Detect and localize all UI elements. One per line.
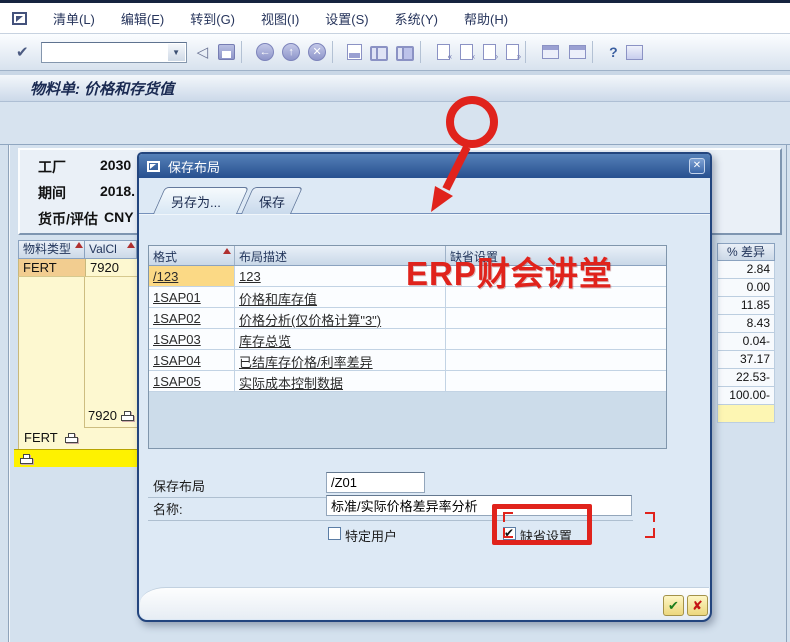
variance-cell[interactable]: 0.04- bbox=[717, 333, 775, 351]
menu-view[interactable]: 视图(I) bbox=[261, 9, 299, 28]
currency-label: 货币/评估 bbox=[38, 209, 98, 229]
variance-cell[interactable]: 2.84 bbox=[717, 261, 775, 279]
app-title-bar: 物料单: 价格和存货值 bbox=[0, 75, 790, 102]
find-next-icon[interactable] bbox=[396, 46, 414, 58]
user-specific-label: 特定用户 bbox=[345, 526, 397, 545]
menu-settings[interactable]: 设置(S) bbox=[325, 9, 368, 28]
menu-list[interactable]: 清单(L) bbox=[53, 9, 95, 28]
plant-value: 2030 bbox=[100, 157, 131, 173]
menu-help[interactable]: 帮助(H) bbox=[464, 9, 508, 28]
column-header-description[interactable]: 布局描述 bbox=[235, 246, 446, 265]
layout-table-header: 格式 布局描述 缺省设置 bbox=[149, 246, 666, 266]
cancel-button[interactable]: ✘ bbox=[687, 595, 708, 616]
column-header-format[interactable]: 格式 bbox=[149, 246, 235, 265]
variance-cell[interactable]: 11.85 bbox=[717, 297, 775, 315]
period-value: 2018. bbox=[100, 183, 135, 199]
menu-goto[interactable]: 转到(G) bbox=[190, 9, 235, 28]
save-layout-dialog: 保存布局 ✕ 另存为... 保存 格式 布局描述 缺省设置 /123 123 1… bbox=[137, 152, 712, 622]
save-layout-input[interactable] bbox=[326, 472, 425, 493]
variance-cell[interactable]: 8.43 bbox=[717, 315, 775, 333]
exit-icon[interactable]: ↑ bbox=[282, 43, 300, 61]
previous-page-icon[interactable]: ‹ bbox=[460, 44, 473, 60]
shortcut-icon[interactable] bbox=[569, 45, 586, 59]
print-icon[interactable] bbox=[347, 44, 362, 60]
column-header-variance[interactable]: % 差异 bbox=[717, 243, 775, 261]
cell-valcl[interactable]: 7920 bbox=[85, 259, 137, 277]
default-setting-checkbox[interactable] bbox=[503, 527, 516, 540]
sort-indicator-icon bbox=[75, 242, 83, 248]
user-specific-checkbox[interactable] bbox=[328, 527, 341, 540]
save-icon[interactable] bbox=[218, 44, 235, 60]
dialog-title: 保存布局 bbox=[168, 157, 220, 176]
dialog-title-bar[interactable]: 保存布局 bbox=[139, 154, 710, 178]
system-menu-icon[interactable] bbox=[12, 12, 27, 25]
layout-row[interactable]: 1SAP03 库存总览 bbox=[149, 329, 666, 350]
find-icon[interactable] bbox=[370, 46, 388, 58]
menu-edit[interactable]: 编辑(E) bbox=[121, 9, 164, 28]
next-page-icon[interactable]: › bbox=[483, 44, 496, 60]
back-icon[interactable]: ← bbox=[256, 43, 274, 61]
subtotal-icon[interactable] bbox=[121, 411, 134, 421]
first-page-icon[interactable]: « bbox=[437, 44, 450, 60]
back-triangle-icon[interactable]: ◁ bbox=[197, 43, 209, 61]
period-label: 期间 bbox=[38, 183, 66, 203]
column-header-material-type[interactable]: 物料类型 bbox=[18, 240, 85, 259]
sort-indicator-icon bbox=[127, 242, 135, 248]
standard-toolbar: ✔ ▼ ◁ ← ↑ ✕ « ‹ › » ? bbox=[0, 34, 790, 71]
dialog-footer bbox=[140, 587, 709, 619]
layout-table: 格式 布局描述 缺省设置 /123 123 1SAP01 价格和库存值 1SAP… bbox=[148, 245, 667, 449]
tab-save[interactable]: 保存 bbox=[241, 187, 291, 214]
name-input[interactable] bbox=[326, 495, 632, 516]
confirm-button[interactable]: ✔ bbox=[663, 595, 684, 616]
alv-toolbar: $¥ 100 ▲ ▼ Σ Σ % X T → T Ab bbox=[0, 102, 790, 145]
default-setting-label: 缺省设置 bbox=[520, 526, 572, 545]
plant-label: 工厂 bbox=[38, 157, 66, 177]
variance-cell[interactable]: 0.00 bbox=[717, 279, 775, 297]
variance-cell[interactable]: 22.53- bbox=[717, 369, 775, 387]
save-layout-field-label: 保存布局 bbox=[153, 476, 205, 495]
page-title: 物料单: 价格和存货值 bbox=[30, 78, 174, 99]
layout-row[interactable]: 1SAP01 价格和库存值 bbox=[149, 287, 666, 308]
menu-system[interactable]: 系统(Y) bbox=[395, 9, 438, 28]
subtotal-material-row: FERT bbox=[24, 430, 78, 445]
grand-total-icon[interactable] bbox=[20, 454, 33, 464]
command-field[interactable] bbox=[44, 44, 168, 61]
subtotal-icon[interactable] bbox=[65, 433, 78, 443]
enter-icon[interactable]: ✔ bbox=[16, 43, 29, 61]
name-field-label: 名称: bbox=[153, 499, 183, 518]
variance-cell[interactable]: 100.00- bbox=[717, 387, 775, 405]
customize-layout-icon[interactable] bbox=[626, 45, 643, 60]
column-header-default[interactable]: 缺省设置 bbox=[446, 246, 666, 265]
currency-value: CNY bbox=[104, 209, 134, 225]
table-body-area bbox=[18, 277, 137, 449]
cell-material-type[interactable]: FERT bbox=[18, 259, 85, 277]
layout-row[interactable]: 1SAP05 实际成本控制数据 bbox=[149, 371, 666, 392]
cancel-icon[interactable]: ✕ bbox=[308, 43, 326, 61]
subtotal-valcl-row: 7920 bbox=[88, 408, 134, 423]
close-icon[interactable]: ✕ bbox=[689, 158, 705, 174]
column-header-valcl[interactable]: ValCl bbox=[85, 240, 137, 259]
layout-row[interactable]: 1SAP04 已结库存价格/利率差异 bbox=[149, 350, 666, 371]
variance-cell[interactable]: 37.17 bbox=[717, 351, 775, 369]
sort-indicator-icon bbox=[223, 248, 231, 254]
layout-row[interactable]: /123 123 bbox=[149, 266, 666, 287]
grand-total-row bbox=[14, 449, 137, 467]
menu-bar: 清单(L) 编辑(E) 转到(G) 视图(I) 设置(S) 系统(Y) 帮助(H… bbox=[0, 3, 790, 34]
dialog-icon bbox=[147, 161, 160, 172]
variance-cell-empty[interactable] bbox=[717, 405, 775, 423]
new-session-icon[interactable] bbox=[542, 45, 559, 59]
help-icon[interactable]: ? bbox=[609, 44, 618, 60]
layout-row[interactable]: 1SAP02 价格分析(仅价格计算"3") bbox=[149, 308, 666, 329]
last-page-icon[interactable]: » bbox=[506, 44, 519, 60]
command-field-wrap: ▼ bbox=[41, 42, 187, 63]
command-dropdown-icon[interactable]: ▼ bbox=[168, 44, 185, 61]
tab-save-as[interactable]: 另存为... bbox=[153, 187, 237, 214]
